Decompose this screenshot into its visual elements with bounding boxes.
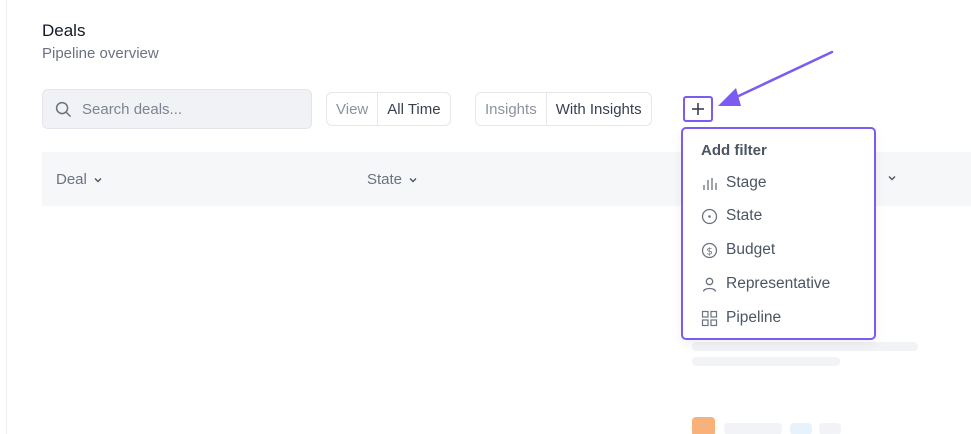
menu-item-stage[interactable]: Stage [701,174,767,192]
menu-item-representative[interactable]: Representative [701,275,830,293]
add-filter-button[interactable] [683,96,713,122]
view-filter-chip[interactable]: View All Time [326,92,451,126]
menu-item-label: Stage [726,174,767,191]
skeleton-bar [692,357,840,366]
skeleton-bar [692,342,918,351]
chevron-down-icon[interactable] [887,173,897,183]
search-box[interactable] [42,89,312,129]
user-icon [702,277,717,292]
view-filter-value[interactable]: All Time [377,93,449,125]
view-filter-key: View [336,100,369,118]
insights-filter-key: Insights [485,100,537,118]
menu-item-state[interactable]: State [701,207,762,225]
menu-item-label: Pipeline [726,309,782,326]
chevron-down-icon [409,177,417,182]
chevron-down-icon [94,177,102,182]
grid-icon [701,310,718,326]
column-header-deal[interactable]: Deal [56,171,103,188]
skeleton-avatar [692,417,715,434]
menu-item-label: Representative [726,275,831,292]
search-icon [55,101,71,117]
insights-filter-value[interactable]: With Insights [545,93,651,125]
menu-item-label: State [726,207,763,224]
search-input[interactable] [82,100,282,118]
page-title: Deals [42,21,86,40]
plus-icon [692,103,704,115]
skeleton-chip [819,423,841,434]
menu-title: Add filter [701,142,767,159]
circle-dot-icon [701,208,718,224]
insights-filter-chip[interactable]: Insights With Insights [475,92,652,126]
dollar-circle-icon: $ [701,242,718,258]
skeleton-chip [790,423,812,434]
column-header-state[interactable]: State [367,171,418,188]
menu-item-pipeline[interactable]: Pipeline [701,309,781,327]
menu-item-budget[interactable]: $ Budget [701,241,775,259]
column-header-label: State [367,171,403,188]
skeleton-bar [724,423,782,434]
add-filter-menu: Add filter Stage State $ Budget Represen… [681,127,876,340]
bar-chart-icon [703,177,717,190]
svg-text:$: $ [706,246,712,257]
page-subtitle: Pipeline overview [42,45,159,62]
content-border [6,0,7,434]
column-header-label: Deal [56,171,87,188]
menu-item-label: Budget [726,241,776,258]
